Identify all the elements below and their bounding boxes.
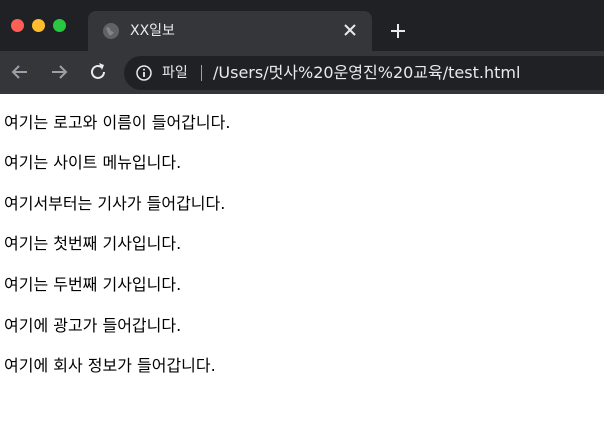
window-minimize-button[interactable]	[32, 19, 45, 32]
window-zoom-button[interactable]	[53, 19, 66, 32]
window-close-button[interactable]	[11, 19, 24, 32]
content-line-article-1: 여기는 첫번째 기사입니다.	[4, 234, 182, 253]
address-divider	[201, 65, 202, 81]
address-scheme-label: 파일	[162, 65, 188, 81]
globe-icon	[103, 23, 119, 39]
close-icon[interactable]	[340, 20, 360, 40]
content-line-ad: 여기에 광고가 들어갑니다.	[4, 316, 182, 335]
tab-title: XX일보	[130, 23, 175, 39]
content-line-company-info: 여기에 회사 정보가 들어갑니다.	[4, 356, 216, 375]
content-line-article-2: 여기는 두번째 기사입니다.	[4, 275, 182, 294]
reload-icon[interactable]	[87, 61, 109, 83]
arrow-left-icon[interactable]	[9, 61, 31, 83]
content-line-articles-start: 여기서부터는 기사가 들어갑니다.	[4, 194, 226, 213]
browser-toolbar: 파일 /Users/멋사%20운영진%20교육/test.html	[0, 51, 604, 94]
address-bar[interactable]: 파일 /Users/멋사%20운영진%20교육/test.html	[124, 56, 604, 90]
arrow-right-icon[interactable]	[48, 61, 70, 83]
content-line-menu: 여기는 사이트 메뉴입니다.	[4, 153, 182, 172]
content-line-logo: 여기는 로고와 이름이 들어갑니다.	[4, 113, 231, 132]
browser-tab-active[interactable]: XX일보	[88, 11, 372, 51]
address-url[interactable]: /Users/멋사%20운영진%20교육/test.html	[213, 62, 520, 84]
info-icon[interactable]	[136, 65, 152, 81]
browser-titlebar: XX일보	[0, 0, 604, 51]
plus-icon[interactable]	[388, 21, 408, 41]
